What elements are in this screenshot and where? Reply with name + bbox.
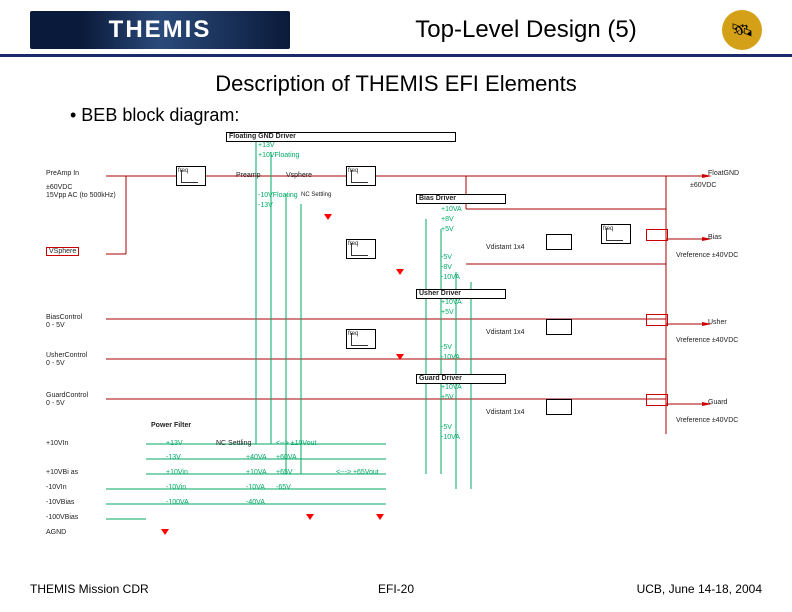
slide-subtitle: Description of THEMIS EFI Elements <box>0 71 792 97</box>
lbl-preamp-in: PreAmp In <box>46 170 79 177</box>
lbl-bias-vref: Vreference ±40VDC <box>676 252 738 259</box>
lbl-b-m5v: -5V <box>441 254 452 261</box>
lbl-usher-rng: 0 - 5V <box>46 360 65 367</box>
section-guard: Guard Driver <box>416 374 506 384</box>
lbl-vsphere: VSphere <box>46 248 79 255</box>
lbl-vdist-u: Vdistant 1x4 <box>486 329 525 336</box>
beb-block-diagram: Floating GND Driver Bias Driver Usher Dr… <box>46 134 746 534</box>
filter-usher: freq <box>346 329 376 349</box>
lbl-m10vin: -10VIn <box>46 484 67 491</box>
lbl-floatgnd: FloatGND <box>708 170 739 177</box>
gnd-icon-4 <box>161 529 169 537</box>
pf-m13vin: -13V <box>166 454 181 461</box>
lbl-m13v: -13V <box>258 202 273 209</box>
lbl-preamp-mid: Preamp <box>236 172 261 179</box>
slide-title: Top-Level Design (5) <box>290 16 722 44</box>
pf-m10vin2: -10Vin <box>166 484 186 491</box>
pf-m65v: -65V <box>276 484 291 491</box>
footer-center: EFI-20 <box>378 582 414 596</box>
pf-p60va: +60VA <box>276 454 297 461</box>
gnd-icon-1 <box>324 214 332 222</box>
filter-bias-2: freq <box>601 224 631 244</box>
lbl-p13v: +13V <box>258 142 275 149</box>
lbl-vsphere-mid: Vsphere <box>286 172 312 179</box>
lbl-p10vin: +10VIn <box>46 440 68 447</box>
pf-ncset1: NC Settling <box>216 440 251 447</box>
lbl-u-m5v: -5V <box>441 344 452 351</box>
lbl-m100vbias: -100VBias <box>46 514 78 521</box>
lbl-bias-ctl: BiasControl <box>46 314 82 321</box>
pf-p40va: +40VA <box>246 454 267 461</box>
lbl-ncset: NC Settling <box>301 192 331 198</box>
lbl-agnd: AGND <box>46 529 66 536</box>
footer-left: THEMIS Mission CDR <box>30 582 149 596</box>
pf-m40va: -40VA <box>246 499 265 506</box>
lbl-m10vf: -10VFloating <box>258 192 298 199</box>
lbl-usher-ctl: UsherControl <box>46 352 87 359</box>
vout-box-g <box>546 399 572 415</box>
gnd-icon-6 <box>376 514 384 522</box>
section-bias: Bias Driver <box>416 194 506 204</box>
slide-footer: THEMIS Mission CDR EFI-20 UCB, June 14-1… <box>0 582 792 596</box>
lbl-guard-vref: Vreference ±40VDC <box>676 417 738 424</box>
lbl-b-10va: +10VA <box>441 206 462 213</box>
mission-crest-icon: 🛰 <box>722 10 762 50</box>
lbl-g-5v: +5V <box>441 394 454 401</box>
pf-pm65vout: <---> ±65Vout <box>336 469 379 476</box>
bullet-beb: • BEB block diagram: <box>70 105 792 126</box>
footer-right: UCB, June 14-18, 2004 <box>637 582 762 596</box>
lbl-usher-vref: Vreference ±40VDC <box>676 337 738 344</box>
lbl-vdist-b: Vdistant 1x4 <box>486 244 525 251</box>
lbl-guard-ctl: GuardControl <box>46 392 88 399</box>
gnd-icon-3 <box>396 354 404 362</box>
lbl-g-m10va: -10VA <box>441 434 460 441</box>
lbl-m10vbias: -10VBias <box>46 499 74 506</box>
lbl-bias-rng: 0 - 5V <box>46 322 65 329</box>
lbl-bias: Bias <box>708 234 722 241</box>
lbl-u-m10va: -10VA <box>441 354 460 361</box>
pf-pm10vout: <--> ±10Vout <box>276 440 316 447</box>
lbl-u-5v: +5V <box>441 309 454 316</box>
slide-header: THEMIS Top-Level Design (5) 🛰 <box>0 0 792 57</box>
lbl-b-5v: +5V <box>441 226 454 233</box>
lbl-b-m8v: -8V <box>441 264 452 271</box>
lbl-g-10va: +10VA <box>441 384 462 391</box>
pf-p10va2: +10VA <box>246 469 267 476</box>
vout-box-b <box>546 234 572 250</box>
pf-p13vin: +13V <box>166 440 183 447</box>
filter-bias: freq <box>346 239 376 259</box>
section-fgnd: Floating GND Driver <box>226 132 456 142</box>
lbl-floatrange: ±60VDC <box>690 182 716 189</box>
pf-m100vin: -100VA <box>166 499 189 506</box>
lbl-p10vf: +10VFloating <box>258 152 299 159</box>
pf-m10va2: -10VA <box>246 484 265 491</box>
lbl-p10vinbias: +10VBi as <box>46 469 78 476</box>
filter-box-1: freq <box>176 166 206 186</box>
lbl-b-8v: +8V <box>441 216 454 223</box>
out-usher <box>646 314 668 326</box>
lbl-b-m10va: -10VA <box>441 274 460 281</box>
themis-logo: THEMIS <box>30 11 290 49</box>
lbl-usher: Usher <box>708 319 727 326</box>
pf-p10vin2: +10Vin <box>166 469 188 476</box>
lbl-guard: Guard <box>708 399 727 406</box>
gnd-icon-2 <box>396 269 404 277</box>
lbl-preamp-ac: 15Vpp AC (to 500kHz) <box>46 192 116 199</box>
vout-box-u <box>546 319 572 335</box>
lbl-vdist-g: Vdistant 1x4 <box>486 409 525 416</box>
section-usher: Usher Driver <box>416 289 506 299</box>
lbl-g-m5v: -5V <box>441 424 452 431</box>
lbl-u-10va: +10VA <box>441 299 462 306</box>
pf-p65v: +65V <box>276 469 293 476</box>
gnd-icon-5 <box>306 514 314 522</box>
out-guard <box>646 394 668 406</box>
section-power: Power Filter <box>151 422 191 429</box>
lbl-guard-rng: 0 - 5V <box>46 400 65 407</box>
filter-box-2: freq <box>346 166 376 186</box>
lbl-preamp-range: ±60VDC <box>46 184 72 191</box>
out-bias <box>646 229 668 241</box>
